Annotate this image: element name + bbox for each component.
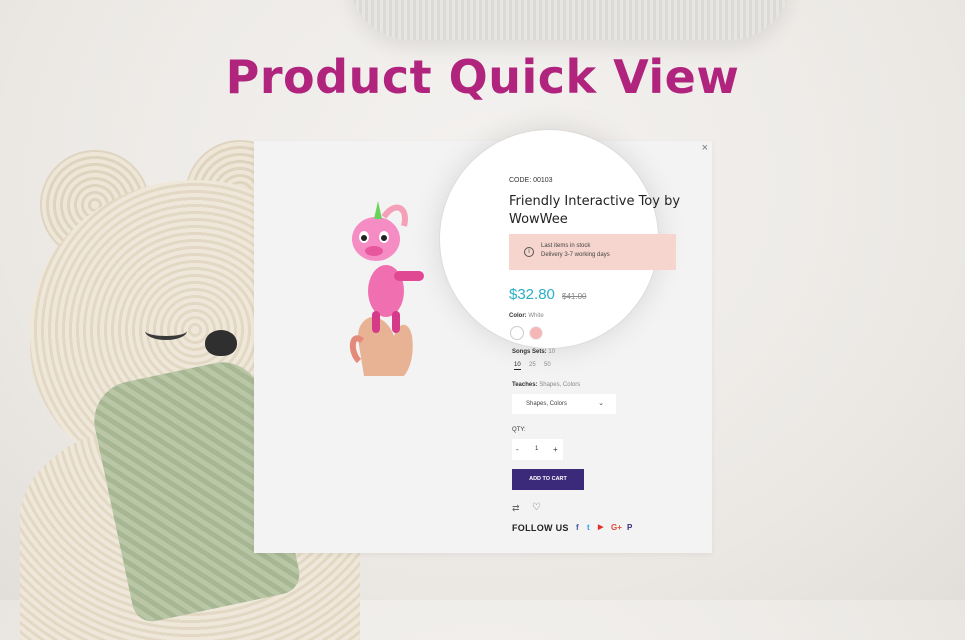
color-value: White: [528, 313, 544, 319]
qty-decrease-button[interactable]: -: [516, 445, 519, 454]
quantity-stepper: - 1 +: [512, 439, 563, 460]
page-title: Product Quick View: [225, 50, 740, 104]
facebook-icon[interactable]: f: [576, 523, 579, 532]
product-code: CODE: 00103: [509, 177, 553, 184]
teaches-value: Shapes, Colors: [539, 382, 581, 388]
songs-label-text: Songs Sets:: [512, 349, 547, 355]
qty-label: QTY:: [512, 427, 526, 433]
follow-us-label: FOLLOW US: [512, 523, 569, 533]
google-plus-icon[interactable]: G+: [611, 523, 622, 532]
pillow-decoration: [350, 0, 790, 40]
teaches-selected: Shapes, Colors: [526, 401, 568, 407]
pinterest-icon[interactable]: P: [627, 523, 632, 532]
chevron-down-icon: ⌄: [598, 400, 604, 407]
bear-eye: [145, 322, 187, 340]
color-label: Color: White: [509, 313, 544, 319]
old-price: $41.00: [562, 292, 587, 301]
heart-icon[interactable]: ♡: [532, 502, 541, 513]
songs-value: 10: [548, 349, 556, 355]
youtube-icon[interactable]: ▶: [598, 523, 603, 531]
qty-increase-button[interactable]: +: [553, 445, 558, 454]
current-price: $32.80: [509, 286, 555, 303]
songs-option-50[interactable]: 50: [544, 362, 551, 368]
bear-nose: [205, 330, 237, 356]
product-title: Friendly Interactive Toy by WowWee: [509, 194, 681, 227]
stock-notice: i Last items in stock Delivery 3-7 worki…: [509, 234, 676, 270]
songs-option-25[interactable]: 25: [529, 362, 536, 368]
songs-option-10[interactable]: 10: [514, 362, 521, 370]
delivery-info: Delivery 3-7 working days: [541, 252, 610, 258]
close-icon[interactable]: ×: [702, 142, 708, 154]
songs-label: Songs Sets: 10: [512, 349, 555, 355]
color-swatch-white[interactable]: [510, 326, 524, 340]
teaches-label: Teaches: Shapes, Colors: [512, 382, 580, 388]
color-label-text: Color:: [509, 313, 527, 319]
teaches-label-text: Teaches:: [512, 382, 538, 388]
compare-icon[interactable]: ⇄: [512, 503, 520, 514]
teaches-select[interactable]: Shapes, Colors ⌄: [512, 394, 616, 414]
product-image: [349, 201, 424, 376]
info-icon: i: [524, 247, 534, 257]
twitter-icon[interactable]: t: [587, 523, 590, 532]
color-swatch-pink[interactable]: [529, 326, 543, 340]
qty-value[interactable]: 1: [535, 446, 538, 452]
add-to-cart-button[interactable]: ADD TO CART: [512, 469, 584, 490]
stock-status: Last items in stock: [541, 243, 591, 249]
